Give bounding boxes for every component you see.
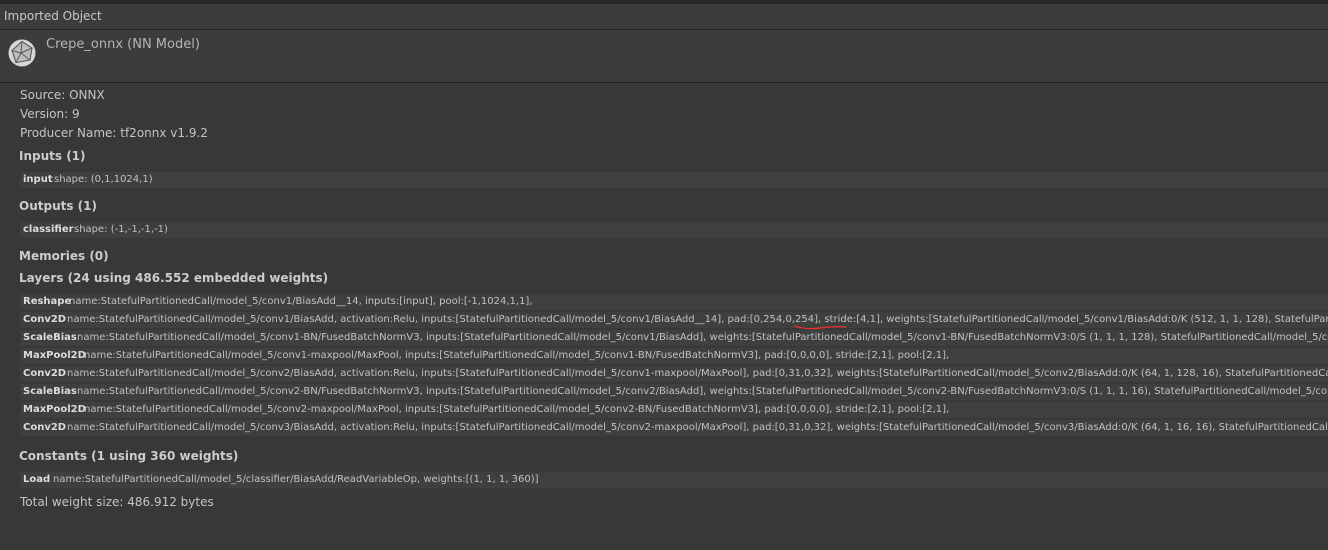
inputs-heading: Inputs (1) [19,149,86,163]
layer-details: name:StatefulPartitionedCall/model_5/con… [67,368,1328,379]
version-label: Version: 9 [20,107,80,121]
input-shape: shape: (0,1,1024,1) [54,174,153,185]
layer-details: name:StatefulPartitionedCall/model_5/con… [67,314,1328,325]
constant-row: Load name:StatefulPartitionedCall/model_… [20,472,1328,488]
layer-details: name:StatefulPartitionedCall/model_5/con… [77,332,1328,343]
input-name: input [23,174,53,185]
layer-details: name:StatefulPartitionedCall/model_5/con… [77,386,1328,397]
model-title: Crepe_onnx (NN Model) [46,37,200,52]
layer-row: Conv2D name:StatefulPartitionedCall/mode… [20,366,1328,382]
layer-type: Conv2D [23,422,67,433]
memories-heading: Memories (0) [19,249,109,263]
layer-row: MaxPool2D name:StatefulPartitionedCall/m… [20,348,1328,364]
layer-details: name:StatefulPartitionedCall/model_5/con… [67,422,1328,433]
layer-type: ScaleBias [23,386,77,397]
output-row: classifier shape: (-1,-1,-1,-1) [20,222,1328,238]
source-label: Source: ONNX [20,88,105,102]
output-shape: shape: (-1,-1,-1,-1) [74,224,168,235]
layer-type: ScaleBias [23,332,77,343]
layer-row: Reshape name:StatefulPartitionedCall/mod… [20,294,1328,310]
constants-heading: Constants (1 using 360 weights) [19,449,239,463]
layer-details: name:StatefulPartitionedCall/model_5/con… [69,296,533,307]
layer-type: MaxPool2D [23,404,86,415]
constant-details: name:StatefulPartitionedCall/model_5/cla… [53,474,539,485]
input-row: input shape: (0,1,1024,1) [20,172,1328,188]
layers-heading: Layers (24 using 486.552 embedded weight… [19,271,329,285]
layer-type: MaxPool2D [23,350,86,361]
layer-row: Conv2D name:StatefulPartitionedCall/mode… [20,312,1328,328]
layer-type: Reshape [23,296,72,307]
constant-type: Load [23,474,51,485]
layer-details: name:StatefulPartitionedCall/model_5/con… [84,404,950,415]
layer-type: Conv2D [23,314,67,325]
layer-type: Conv2D [23,368,67,379]
outputs-heading: Outputs (1) [19,199,97,213]
asset-header: Crepe_onnx (NN Model) [0,30,1328,83]
producer-label: Producer Name: tf2onnx v1.9.2 [20,126,208,140]
layer-details: name:StatefulPartitionedCall/model_5/con… [84,350,950,361]
layer-row: Conv2D name:StatefulPartitionedCall/mode… [20,420,1328,436]
window-title: Imported Object [4,9,102,23]
layer-row: MaxPool2D name:StatefulPartitionedCall/m… [20,402,1328,418]
total-weight-size: Total weight size: 486.912 bytes [20,495,214,509]
model-asset-icon [8,39,36,67]
layer-row: ScaleBias name:StatefulPartitionedCall/m… [20,384,1328,400]
layer-row: ScaleBias name:StatefulPartitionedCall/m… [20,330,1328,346]
output-name: classifier [23,224,74,235]
inspector-titlebar: Imported Object [0,4,1328,30]
